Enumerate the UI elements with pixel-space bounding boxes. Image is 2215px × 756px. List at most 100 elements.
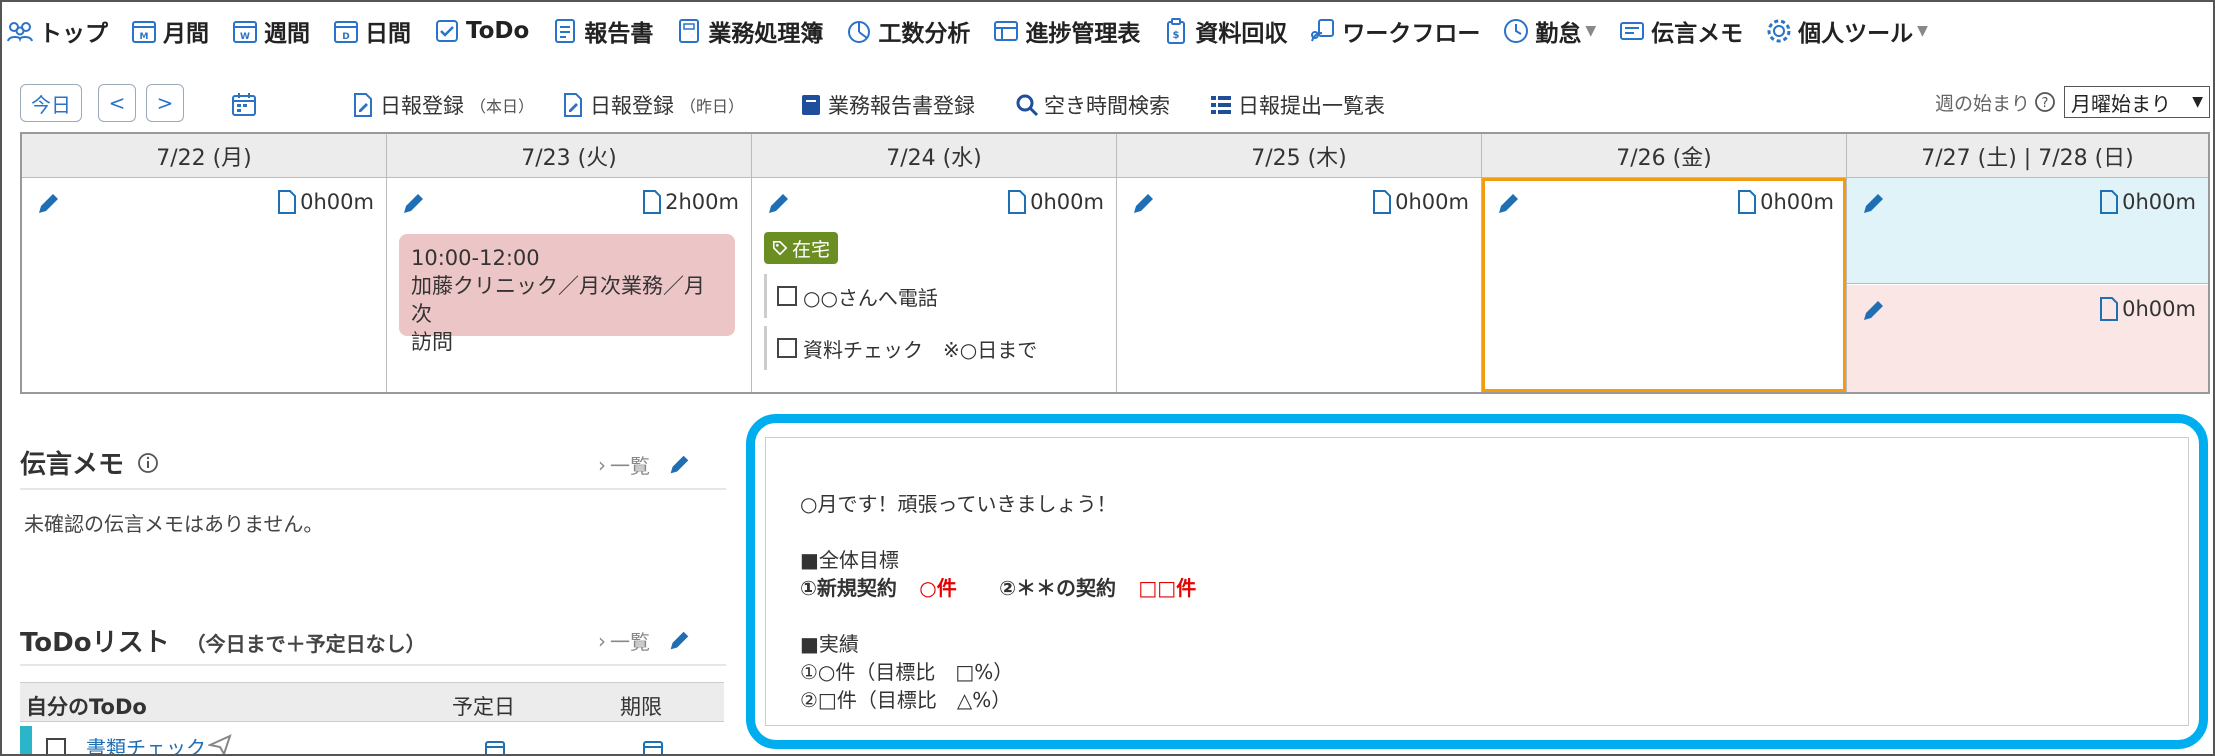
chevron-right-icon: › <box>598 452 606 477</box>
chevron-right-icon: › <box>598 628 606 653</box>
day-cell[interactable]: 0h00m <box>1482 178 1846 392</box>
pencil-icon[interactable] <box>1129 190 1157 218</box>
calendar-picker-icon[interactable] <box>484 738 506 756</box>
todo-checkbox[interactable] <box>777 286 797 306</box>
nav-man-hours[interactable]: 工数分析 <box>845 14 970 48</box>
workflow-icon <box>1311 19 1335 42</box>
progress-table-icon <box>994 21 1019 41</box>
nav-personal-tools-label: 個人ツール <box>1798 21 1914 47</box>
clock-icon <box>1504 19 1529 43</box>
calendar-picker-icon[interactable] <box>230 90 258 118</box>
pencil-icon[interactable] <box>666 452 692 478</box>
pencil-icon[interactable] <box>1859 297 1887 325</box>
todo-checkbox[interactable] <box>777 338 797 358</box>
day-cell[interactable]: 0h00m 在宅 ○○さんへ電話 資料チェック ※○日まで <box>752 178 1116 392</box>
todo-item[interactable]: ○○さんへ電話 <box>764 274 938 318</box>
nav-collection[interactable]: $ 資料回収 <box>1162 14 1287 48</box>
today-button[interactable]: 今日 <box>20 84 82 122</box>
daily-report-yesterday-link[interactable]: 日報登録 （昨日） <box>560 88 744 122</box>
announcement-line: ①○件（目標比 □%） <box>800 660 1014 684</box>
day-header: 7/25 (木) <box>1117 134 1481 178</box>
announcement-line: ■全体目標 <box>800 548 899 572</box>
event-time: 10:00-12:00 <box>411 246 540 270</box>
col-deadline: 期限 <box>620 695 662 719</box>
todo-list-link[interactable]: › 一覧 <box>598 626 692 655</box>
nav-memo[interactable]: 伝言メモ <box>1618 14 1743 48</box>
sunday-cell[interactable]: 0h00m <box>1847 285 2208 392</box>
checkbox-icon <box>436 20 458 42</box>
edit-document-icon <box>354 93 372 117</box>
memo-list-label: 一覧 <box>610 454 650 478</box>
location-tag[interactable]: 在宅 <box>764 232 839 264</box>
svg-text:W: W <box>240 32 250 42</box>
daily-report-list-link[interactable]: 日報提出一覧表 <box>1208 88 1385 122</box>
daily-report-today-sub: （本日） <box>470 97 535 116</box>
todo-checkbox[interactable] <box>46 738 66 756</box>
free-time-search-link[interactable]: 空き時間検索 <box>1014 88 1170 122</box>
nav-ledger[interactable]: 業務処理簿 <box>675 14 823 48</box>
memo-list-link[interactable]: › 一覧 <box>598 450 692 479</box>
memo-icon <box>1620 22 1645 40</box>
pencil-icon[interactable] <box>1494 190 1522 218</box>
week-start-select[interactable]: 月曜始まり ▼ <box>2064 86 2210 118</box>
announcement-panel: ○月です！頑張っていきましょう！ ■全体目標 ①新規契約 ○件 ②＊＊の契約 □… <box>746 414 2208 749</box>
divider <box>20 664 726 666</box>
day-header: 7/24 (水) <box>752 134 1116 178</box>
announcement-line: ○月です！頑張っていきましょう！ <box>800 492 1117 516</box>
nav-todo-label: ToDo <box>466 18 530 44</box>
todo-item[interactable]: 資料チェック ※○日まで <box>764 326 1037 370</box>
col-planned-date: 予定日 <box>452 695 515 719</box>
next-week-button[interactable]: > <box>146 84 184 122</box>
pencil-icon[interactable] <box>1859 190 1887 218</box>
daily-report-yesterday-label: 日報登録 <box>590 94 674 118</box>
day-cell[interactable]: 0h00m <box>22 178 386 392</box>
saturday-cell[interactable]: 0h00m <box>1847 178 2208 284</box>
todo-text: ○○さんへ電話 <box>803 285 938 310</box>
top-navigation: トップ M 月間 W 週間 D 日間 ToDo 報告書 業務処理簿 工数分析 進… <box>6 10 1950 52</box>
pencil-icon[interactable] <box>34 190 62 218</box>
daily-report-list-label: 日報提出一覧表 <box>1238 94 1385 118</box>
nav-report[interactable]: 報告書 <box>551 14 653 48</box>
nav-attendance[interactable]: 勤怠 ▼ <box>1502 14 1596 48</box>
tag-label: 在宅 <box>792 238 831 261</box>
nav-top[interactable]: トップ <box>6 14 108 48</box>
people-icon <box>7 22 33 43</box>
prev-week-button[interactable]: < <box>98 84 136 122</box>
day-cell[interactable]: 0h00m <box>1117 178 1481 392</box>
calendar-picker-icon[interactable] <box>642 738 664 756</box>
chevron-down-icon: ▼ <box>2192 94 2203 110</box>
daily-report-today-link[interactable]: 日報登録 （本日） <box>350 88 534 122</box>
nav-monthly[interactable]: M 月間 <box>130 14 209 48</box>
todo-row-title[interactable]: 書類チェック <box>86 732 206 756</box>
pencil-icon[interactable] <box>764 190 792 218</box>
nav-attendance-label: 勤怠 <box>1535 21 1582 47</box>
business-report-label: 業務報告書登録 <box>828 94 975 118</box>
table-row[interactable]: 書類チェック <box>20 726 724 756</box>
nav-todo[interactable]: ToDo <box>433 17 529 45</box>
day-cell[interactable]: 2h00m 10:00-12:00 加藤クリニック／月次業務／月次 訪問 <box>387 178 751 392</box>
duration: 0h00m <box>2099 190 2196 214</box>
day-header: 7/22 (月) <box>22 134 386 178</box>
day-header: 7/27 (土) | 7/28 (日) <box>1847 134 2208 178</box>
day-column-fri: 7/26 (金) 0h00m <box>1482 134 1847 392</box>
svg-text:$: $ <box>1173 30 1180 41</box>
todo-section-title: ToDoリスト （今日まで＋予定日なし） <box>20 622 426 659</box>
toolbar: 今日 < > 日報登録 （本日） 日報登録 （昨日） 業務報告書登録 空き時間検索 … <box>20 84 2210 126</box>
info-icon[interactable] <box>136 451 160 475</box>
chevron-down-icon: ▼ <box>1585 23 1597 39</box>
calendar-month-icon: M <box>132 21 156 43</box>
nav-weekly[interactable]: W 週間 <box>231 14 310 48</box>
schedule-event[interactable]: 10:00-12:00 加藤クリニック／月次業務／月次 訪問 <box>399 234 735 354</box>
nav-workflow[interactable]: ワークフロー <box>1309 14 1480 48</box>
nav-memo-label: 伝言メモ <box>1651 21 1744 47</box>
help-icon[interactable]: ? <box>2034 91 2056 113</box>
nav-progress[interactable]: 進捗管理表 <box>992 14 1140 48</box>
pencil-icon[interactable] <box>399 190 427 218</box>
nav-daily[interactable]: D 日間 <box>332 14 411 48</box>
duration-value: 0h00m <box>1395 190 1469 214</box>
business-report-link[interactable]: 業務報告書登録 <box>798 88 975 122</box>
nav-personal-tools[interactable]: 個人ツール ▼ <box>1765 14 1928 48</box>
duration: 2h00m <box>642 190 739 214</box>
pencil-icon[interactable] <box>666 628 692 654</box>
send-icon[interactable] <box>208 734 232 756</box>
